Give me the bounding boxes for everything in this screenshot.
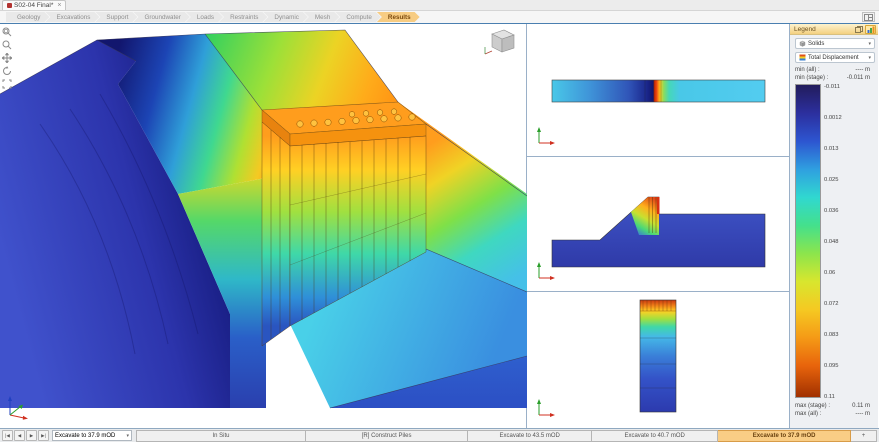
document-tab-bar: S02-04 Final* × [0, 0, 879, 11]
tab-restraints[interactable]: Restraints [219, 12, 267, 22]
stage-selector-dropdown[interactable]: Excavate to 37.9 mOD ▾ [52, 430, 132, 441]
scale-tick: 0.083 [824, 332, 842, 338]
scale-tick: 0.072 [824, 301, 842, 307]
view-mode-dropdown[interactable]: Solids ▾ [795, 38, 875, 49]
min-stage-value: -0.011 m [847, 75, 874, 81]
app-file-icon [7, 3, 12, 8]
legend-body: Solids ▾ Total Displacement ▾ min (all) … [790, 35, 878, 420]
section-bottom-scene[interactable] [527, 292, 790, 428]
color-scale: -0.011 0.0012 0.013 0.025 0.036 0.048 0.… [795, 84, 875, 400]
tab-support[interactable]: Support [95, 12, 137, 22]
axis-triad-icon [535, 399, 555, 424]
max-all-row: max (all) : ---- m [795, 410, 875, 418]
section-viewport-top[interactable] [527, 24, 789, 157]
close-icon[interactable]: × [57, 2, 61, 9]
min-stage-row: min (stage) : -0.011 m [795, 74, 875, 82]
pan-icon[interactable] [1, 52, 13, 64]
min-all-value: ---- m [855, 67, 874, 73]
view-mode-value: Solids [808, 41, 824, 47]
scale-tick: 0.11 [824, 394, 842, 400]
scale-tick: 0.0012 [824, 115, 842, 121]
tab-results[interactable]: Results [377, 12, 420, 22]
max-stage-row: max (stage) : 0.11 m [795, 402, 875, 410]
chevron-down-icon: ▾ [126, 433, 129, 439]
scale-tick: 0.025 [824, 177, 842, 183]
stage-tab-construct-piles[interactable]: [R] Construct Piles [306, 430, 468, 442]
tab-excavations[interactable]: Excavations [45, 12, 99, 22]
stage-selector-value: Excavate to 37.9 mOD [55, 433, 115, 439]
tab-dynamic[interactable]: Dynamic [263, 12, 308, 22]
axis-triad-icon [535, 127, 555, 152]
scale-tick: 0.048 [824, 239, 842, 245]
color-scale-ticks: -0.011 0.0012 0.013 0.025 0.036 0.048 0.… [824, 84, 842, 400]
viewport-layout-icon[interactable] [862, 12, 875, 22]
add-stage-button[interactable]: + [851, 430, 877, 442]
stage-tab-excavate-43-5[interactable]: Excavate to 43.5 mOD [468, 430, 592, 442]
legend-chart-icon[interactable] [865, 25, 876, 34]
first-stage-button[interactable]: |◀ [2, 430, 13, 441]
next-stage-button[interactable]: ▶ [26, 430, 37, 441]
legend-title: Legend [794, 26, 852, 33]
tab-mesh[interactable]: Mesh [304, 12, 339, 22]
legend-options-icon[interactable] [853, 25, 864, 34]
color-scale-bar [795, 84, 821, 398]
section-viewport-middle[interactable] [527, 157, 789, 292]
section-viewports [527, 24, 790, 428]
view-cube-icon[interactable] [482, 27, 516, 62]
section-middle-scene[interactable] [527, 157, 790, 291]
min-all-label: min (all) : [795, 67, 820, 73]
view-toolbar [1, 26, 13, 90]
model-3d-scene[interactable] [0, 24, 527, 429]
tab-loads[interactable]: Loads [186, 12, 223, 22]
zoom-window-icon[interactable] [1, 26, 13, 38]
min-stage-label: min (stage) : [795, 75, 828, 81]
workflow-tab-bar: Geology Excavations Support Groundwater … [0, 11, 879, 23]
max-stage-label: max (stage) : [795, 403, 830, 409]
scale-tick: 0.036 [824, 208, 842, 214]
document-title: S02-04 Final* [14, 2, 53, 9]
stage-tab-excavate-37-9[interactable]: Excavate to 37.9 mOD [718, 430, 851, 442]
document-tab[interactable]: S02-04 Final* × [2, 0, 66, 10]
legend-panel: Legend Solids ▾ Total Displacement ▾ min… [790, 24, 878, 428]
last-stage-button[interactable]: ▶| [38, 430, 49, 441]
zoom-extents-icon[interactable] [1, 78, 13, 90]
data-type-value: Total Displacement [808, 55, 859, 61]
scale-tick: -0.011 [824, 84, 842, 90]
scale-tick: 0.06 [824, 270, 842, 276]
zoom-icon[interactable] [1, 39, 13, 51]
stage-tabs: In Situ [R] Construct Piles Excavate to … [136, 430, 877, 442]
tab-geology[interactable]: Geology [6, 12, 49, 22]
data-type-dropdown[interactable]: Total Displacement ▾ [795, 52, 875, 63]
scale-tick: 0.013 [824, 146, 842, 152]
max-all-label: max (all) : [795, 411, 821, 417]
main-3d-viewport[interactable] [0, 24, 527, 428]
tab-compute[interactable]: Compute [335, 12, 381, 22]
stage-tab-excavate-40-7[interactable]: Excavate to 40.7 mOD [592, 430, 718, 442]
axis-triad-icon [3, 394, 29, 425]
max-stage-value: 0.11 m [852, 403, 874, 409]
legend-header: Legend [790, 24, 878, 35]
stage-bar: |◀ ◀ ▶ ▶| Excavate to 37.9 mOD ▾ In Situ… [0, 428, 879, 442]
solids-icon [799, 40, 806, 47]
stage-tab-in-situ[interactable]: In Situ [136, 430, 306, 442]
contour-icon [799, 54, 806, 61]
section-viewport-bottom[interactable] [527, 292, 789, 428]
previous-stage-button[interactable]: ◀ [14, 430, 25, 441]
axis-triad-icon [535, 262, 555, 287]
chevron-down-icon: ▾ [868, 41, 871, 47]
max-all-value: ---- m [855, 411, 874, 417]
workspace: Legend Solids ▾ Total Displacement ▾ min… [0, 23, 879, 428]
rotate-icon[interactable] [1, 65, 13, 77]
min-all-row: min (all) : ---- m [795, 66, 875, 74]
scale-tick: 0.095 [824, 363, 842, 369]
tab-groundwater[interactable]: Groundwater [133, 12, 189, 22]
chevron-down-icon: ▾ [868, 55, 871, 61]
section-top-scene[interactable] [527, 24, 790, 156]
